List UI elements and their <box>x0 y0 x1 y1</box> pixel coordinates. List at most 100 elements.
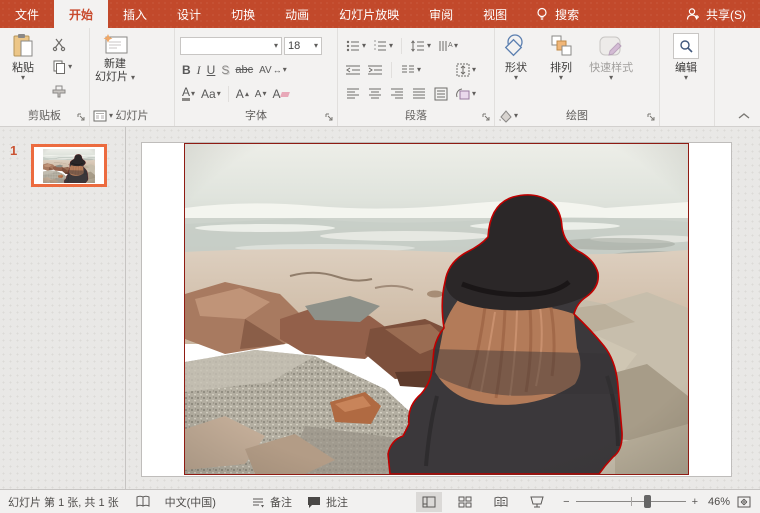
editing-button[interactable]: 编辑 ▾ <box>660 28 712 100</box>
lightbulb-icon <box>534 6 550 22</box>
ribbon: 粘贴 ▾ ▾ <box>0 28 760 127</box>
slideshow-icon <box>529 494 545 510</box>
slide-sorter-icon <box>457 494 473 510</box>
tab-design[interactable]: 设计 <box>162 0 216 28</box>
text-shadow-button[interactable]: S <box>219 60 231 80</box>
new-slide-button[interactable]: 新建 幻灯片 ▾ <box>90 28 140 100</box>
copy-icon <box>51 59 67 75</box>
tab-file[interactable]: 文件 <box>0 0 54 28</box>
align-text-button[interactable]: ▾ <box>453 60 478 80</box>
change-case-button[interactable]: Aa▾ <box>199 84 223 104</box>
normal-view-button[interactable] <box>416 492 442 512</box>
workspace: 1 <box>0 127 760 489</box>
tab-insert[interactable]: 插入 <box>108 0 162 28</box>
comment-icon <box>306 494 322 510</box>
font-dialog-launcher[interactable] <box>325 113 334 122</box>
drawing-dialog-launcher[interactable] <box>647 113 656 122</box>
character-spacing-button[interactable]: AV ↔ ▾ <box>257 60 289 80</box>
numbering-button[interactable]: ▾ <box>370 36 395 56</box>
collapse-ribbon-chevron[interactable] <box>738 112 750 120</box>
quick-styles-button[interactable]: 快速样式 ▾ <box>585 28 637 100</box>
tell-me-search[interactable]: 搜索 <box>522 0 591 28</box>
zoom-percent[interactable]: 46% <box>698 496 730 508</box>
slide-thumbnail-image <box>43 149 95 183</box>
slide-sorter-view-button[interactable] <box>452 492 478 512</box>
tab-slideshow[interactable]: 幻灯片放映 <box>324 0 414 28</box>
bold-button[interactable]: B <box>180 60 193 80</box>
bullets-icon <box>345 38 361 54</box>
shapes-button[interactable]: 形状 ▾ <box>495 28 537 100</box>
reading-view-button[interactable] <box>488 492 514 512</box>
distribute-icon <box>433 86 449 102</box>
decrease-indent-button[interactable] <box>343 60 363 80</box>
cut-button[interactable] <box>49 34 79 54</box>
align-left-icon <box>345 86 361 102</box>
font-size-combo[interactable]: 18 ▾ <box>284 37 322 55</box>
distribute-button[interactable] <box>431 84 451 104</box>
convert-smartart-button[interactable]: ▾ <box>453 84 478 104</box>
language-status[interactable]: 中文(中国) <box>165 494 216 510</box>
eraser-icon <box>281 92 291 97</box>
line-spacing-button[interactable]: ▾ <box>408 36 433 56</box>
tab-transitions[interactable]: 切换 <box>216 0 270 28</box>
tab-view[interactable]: 视图 <box>468 0 522 28</box>
status-bar: 幻灯片 第 1 张, 共 1 张 中文(中国) 备注 批注 <box>0 489 760 513</box>
notes-button[interactable]: 备注 <box>250 494 292 510</box>
format-painter-button[interactable] <box>49 80 79 100</box>
font-color-button[interactable]: A ▾ <box>180 84 197 104</box>
slide-canvas-area[interactable] <box>126 127 760 489</box>
group-clipboard: 粘贴 ▾ ▾ <box>0 28 90 126</box>
share-label: 共享(S) <box>706 6 746 23</box>
align-left-button[interactable] <box>343 84 363 104</box>
new-slide-icon <box>102 33 128 55</box>
slide[interactable] <box>141 142 732 477</box>
copy-button[interactable]: ▾ <box>49 57 79 77</box>
drawing-group-label: 绘图 <box>566 107 588 123</box>
font-name-combo[interactable]: ▾ <box>180 37 282 55</box>
underline-button[interactable]: U <box>205 60 218 80</box>
group-font: ▾ 18 ▾ B I U S abc AV ↔ ▾ A ▾ <box>175 28 338 126</box>
align-right-button[interactable] <box>387 84 407 104</box>
slides-group-label: 幻灯片 <box>116 107 149 123</box>
strikethrough-button[interactable]: abc <box>233 60 255 80</box>
tab-review[interactable]: 审阅 <box>414 0 468 28</box>
share-button[interactable]: 共享(S) <box>671 0 760 28</box>
new-slide-label: 新建 幻灯片 ▾ <box>95 58 135 84</box>
zoom-out-button[interactable]: − <box>563 496 569 508</box>
clipboard-dialog-launcher[interactable] <box>77 113 86 122</box>
bullets-button[interactable]: ▾ <box>343 36 368 56</box>
comments-button[interactable]: 批注 <box>306 494 348 510</box>
text-direction-button[interactable]: A ▾ <box>435 36 460 56</box>
spell-check-button[interactable] <box>135 494 151 510</box>
slide-thumbnail-panel[interactable]: 1 <box>0 127 126 489</box>
slide-info[interactable]: 幻灯片 第 1 张, 共 1 张 <box>8 494 119 510</box>
shrink-font-button[interactable]: A▾ <box>253 84 269 104</box>
clear-formatting-button[interactable]: A <box>270 84 291 104</box>
justify-button[interactable] <box>409 84 429 104</box>
shapes-icon <box>502 33 530 59</box>
search-label: 搜索 <box>555 6 579 23</box>
photo-woman-by-sea <box>185 144 688 474</box>
tab-home[interactable]: 开始 <box>54 0 108 28</box>
align-center-icon <box>367 86 383 102</box>
tab-animations[interactable]: 动画 <box>270 0 324 28</box>
zoom-slider[interactable] <box>576 501 686 502</box>
paragraph-dialog-launcher[interactable] <box>482 113 491 122</box>
align-center-button[interactable] <box>365 84 385 104</box>
slideshow-view-button[interactable] <box>524 492 550 512</box>
grow-font-button[interactable]: A▾ <box>234 84 251 104</box>
slide-thumbnail-selected[interactable] <box>31 144 107 187</box>
zoom-slider-thumb[interactable] <box>644 495 651 508</box>
spellcheck-book-icon <box>135 494 151 510</box>
slide-photo[interactable] <box>184 143 689 475</box>
share-person-icon <box>685 6 701 22</box>
fit-slide-to-window-button[interactable] <box>736 494 752 510</box>
paste-button[interactable]: 粘贴 ▾ <box>0 28 46 100</box>
group-drawing: 形状 ▾ 排列 ▾ 快速样式 ▾ ▾ <box>495 28 660 126</box>
quick-styles-icon <box>596 33 626 59</box>
increase-indent-button[interactable] <box>365 60 385 80</box>
columns-button[interactable]: ▾ <box>398 60 423 80</box>
arrange-button[interactable]: 排列 ▾ <box>540 28 582 100</box>
italic-button[interactable]: I <box>195 60 203 80</box>
group-slides: 新建 幻灯片 ▾ ▾ ▾ <box>90 28 175 126</box>
